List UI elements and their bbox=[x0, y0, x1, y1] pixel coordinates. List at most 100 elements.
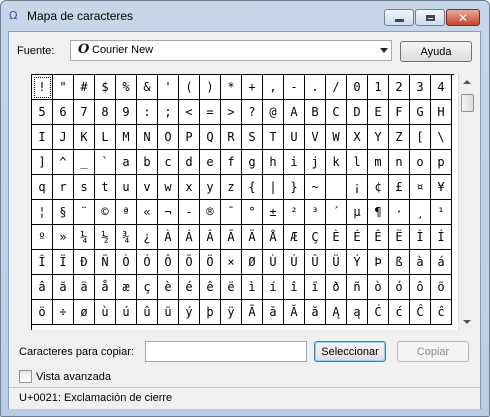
character-cell[interactable]: a bbox=[116, 150, 137, 175]
character-cell[interactable]: | bbox=[263, 175, 284, 200]
character-cell[interactable]: Ç bbox=[305, 225, 326, 250]
character-cell[interactable]: £ bbox=[389, 175, 410, 200]
character-cell[interactable]: é bbox=[179, 275, 200, 300]
character-cell[interactable]: Ã bbox=[221, 225, 242, 250]
character-cell[interactable]: r bbox=[53, 175, 74, 200]
character-cell[interactable]: l bbox=[347, 150, 368, 175]
character-cell[interactable]: ¤ bbox=[410, 175, 431, 200]
character-cell[interactable]: Ä bbox=[242, 225, 263, 250]
character-cell[interactable]: } bbox=[284, 175, 305, 200]
character-cell[interactable]: % bbox=[116, 75, 137, 100]
scroll-thumb[interactable] bbox=[461, 94, 474, 112]
character-cell[interactable]: Y bbox=[368, 125, 389, 150]
character-cell[interactable]: © bbox=[95, 200, 116, 225]
character-cell[interactable]: è bbox=[158, 275, 179, 300]
character-cell[interactable]: Ó bbox=[137, 250, 158, 275]
character-cell[interactable]: Ý bbox=[347, 250, 368, 275]
character-cell[interactable]: ¡ bbox=[347, 175, 368, 200]
character-cell[interactable]: ì bbox=[242, 275, 263, 300]
character-cell[interactable]: ½ bbox=[95, 225, 116, 250]
character-cell[interactable]: ü bbox=[158, 300, 179, 325]
character-cell[interactable]: j bbox=[305, 150, 326, 175]
character-cell[interactable]: + bbox=[242, 75, 263, 100]
select-button[interactable]: Seleccionar bbox=[314, 341, 386, 362]
character-cell[interactable]: Ò bbox=[116, 250, 137, 275]
advanced-view-checkbox[interactable] bbox=[19, 370, 32, 383]
character-cell[interactable]: Î bbox=[32, 250, 53, 275]
character-cell[interactable]: ÿ bbox=[221, 300, 242, 325]
character-cell[interactable]: µ bbox=[347, 200, 368, 225]
character-cell[interactable]: _ bbox=[74, 150, 95, 175]
character-cell[interactable]: - bbox=[179, 200, 200, 225]
character-cell[interactable]: À bbox=[158, 225, 179, 250]
character-cell[interactable]: õ bbox=[431, 275, 452, 300]
character-cell[interactable]: ¥ bbox=[431, 175, 452, 200]
character-cell[interactable]: w bbox=[158, 175, 179, 200]
character-cell[interactable]: ( bbox=[179, 75, 200, 100]
character-cell[interactable]: È bbox=[326, 225, 347, 250]
character-cell[interactable]: ¢ bbox=[368, 175, 389, 200]
character-cell[interactable]: S bbox=[242, 125, 263, 150]
character-cell[interactable]: Ê bbox=[368, 225, 389, 250]
character-cell[interactable]: # bbox=[74, 75, 95, 100]
character-cell[interactable]: A bbox=[284, 100, 305, 125]
character-cell[interactable]: ² bbox=[284, 200, 305, 225]
character-cell[interactable]: f bbox=[221, 150, 242, 175]
chevron-down-icon[interactable] bbox=[380, 48, 388, 53]
character-cell[interactable]: ¿ bbox=[137, 225, 158, 250]
character-cell[interactable]: < bbox=[179, 100, 200, 125]
character-cell[interactable]: ¦ bbox=[32, 200, 53, 225]
character-cell[interactable]: @ bbox=[263, 100, 284, 125]
character-cell[interactable]: ¶ bbox=[368, 200, 389, 225]
character-cell[interactable]: Ą bbox=[326, 300, 347, 325]
character-cell[interactable]: . bbox=[305, 75, 326, 100]
character-cell[interactable]: b bbox=[137, 150, 158, 175]
character-cell[interactable]: N bbox=[137, 125, 158, 150]
character-cell[interactable]: - bbox=[284, 75, 305, 100]
character-cell[interactable]: ø bbox=[74, 300, 95, 325]
character-cell[interactable]: ¾ bbox=[116, 225, 137, 250]
character-cell[interactable]: 5 bbox=[32, 100, 53, 125]
character-cell[interactable]: 3 bbox=[410, 75, 431, 100]
character-cell[interactable]: Þ bbox=[368, 250, 389, 275]
character-cell[interactable]: ] bbox=[32, 150, 53, 175]
character-cell[interactable]: ß bbox=[389, 250, 410, 275]
scroll-up-icon[interactable] bbox=[463, 80, 471, 84]
character-cell[interactable]: º bbox=[32, 225, 53, 250]
character-cell[interactable]: · bbox=[389, 200, 410, 225]
character-cell[interactable]: î bbox=[284, 275, 305, 300]
character-cell[interactable]: û bbox=[137, 300, 158, 325]
character-cell[interactable]: ¯ bbox=[221, 200, 242, 225]
character-cell[interactable]: â bbox=[32, 275, 53, 300]
character-cell[interactable]: ô bbox=[410, 275, 431, 300]
character-cell[interactable]: ë bbox=[221, 275, 242, 300]
character-cell[interactable]: Z bbox=[389, 125, 410, 150]
character-cell[interactable]: W bbox=[326, 125, 347, 150]
character-cell[interactable]: ă bbox=[305, 300, 326, 325]
character-cell[interactable]: v bbox=[137, 175, 158, 200]
character-cell[interactable] bbox=[326, 175, 347, 200]
character-cell[interactable]: / bbox=[326, 75, 347, 100]
character-cell[interactable]: Ë bbox=[389, 225, 410, 250]
character-cell[interactable]: 0 bbox=[347, 75, 368, 100]
character-cell[interactable]: ^ bbox=[53, 150, 74, 175]
character-cell[interactable]: Ø bbox=[242, 250, 263, 275]
character-cell[interactable]: y bbox=[200, 175, 221, 200]
character-cell[interactable]: ¼ bbox=[74, 225, 95, 250]
character-cell[interactable]: D bbox=[347, 100, 368, 125]
character-cell[interactable]: ç bbox=[137, 275, 158, 300]
character-cell[interactable]: ± bbox=[263, 200, 284, 225]
font-dropdown[interactable]: O Courier New bbox=[70, 40, 392, 61]
character-cell[interactable]: p bbox=[431, 150, 452, 175]
character-cell[interactable]: Ì bbox=[410, 225, 431, 250]
character-cell[interactable]: ć bbox=[389, 300, 410, 325]
character-cell[interactable]: Å bbox=[263, 225, 284, 250]
character-cell[interactable]: ā bbox=[263, 300, 284, 325]
character-cell[interactable]: ` bbox=[95, 150, 116, 175]
character-cell[interactable]: ñ bbox=[347, 275, 368, 300]
character-cell[interactable]: E bbox=[368, 100, 389, 125]
character-cell[interactable]: ù bbox=[95, 300, 116, 325]
character-cell[interactable]: , bbox=[263, 75, 284, 100]
character-cell[interactable]: ; bbox=[158, 100, 179, 125]
character-cell[interactable]: 7 bbox=[74, 100, 95, 125]
